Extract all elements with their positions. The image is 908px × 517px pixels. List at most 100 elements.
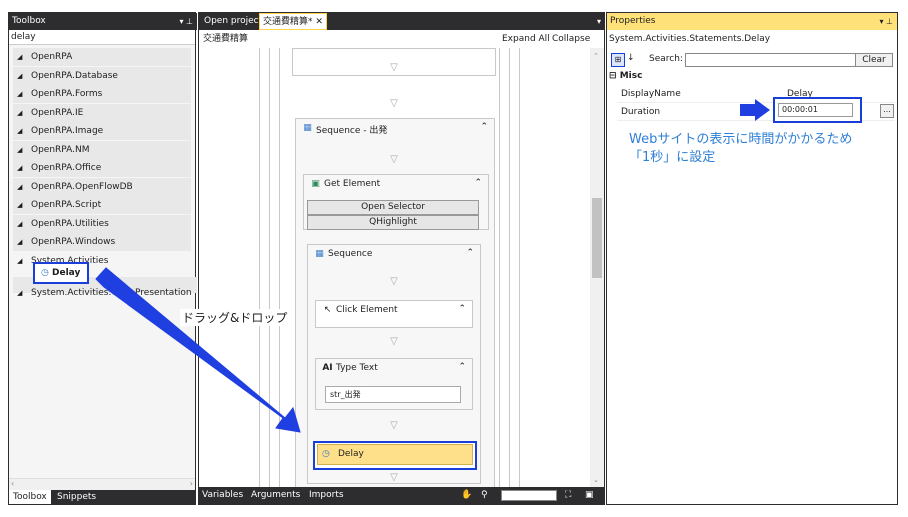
collapse-icon[interactable]: ⌃ bbox=[458, 304, 466, 314]
search-label: Search: bbox=[649, 54, 683, 64]
selected-type-name: System.Activities.Statements.Delay bbox=[609, 34, 771, 44]
sequence-icon: ▦ bbox=[315, 249, 324, 259]
toolbox-category[interactable]: ◢ OpenRPA.Database bbox=[13, 67, 191, 85]
activity-click-element[interactable]: ↖ Click Element ⌃ bbox=[315, 300, 473, 328]
highlight-button[interactable]: QHighlight bbox=[307, 215, 479, 230]
note-line-2: 「1秒」に設定 bbox=[629, 150, 716, 165]
breadcrumb[interactable]: 交通費精算 bbox=[203, 30, 248, 48]
drop-arrow-icon: ▽ bbox=[390, 98, 398, 109]
property-category[interactable]: ⊟ Misc bbox=[609, 71, 642, 81]
clock-icon: ◷ bbox=[41, 268, 49, 278]
scroll-left-icon[interactable]: ‹ bbox=[11, 479, 14, 488]
duration-highlight-frame: 00:00:01 bbox=[773, 97, 862, 123]
collapse-icon[interactable]: ⌃ bbox=[466, 248, 474, 258]
tab-workflow[interactable]: 交通費精算* ✕ bbox=[259, 13, 327, 30]
tab-snippets[interactable]: Snippets bbox=[53, 490, 100, 504]
drag-drop-label: ドラッグ&ドロップ bbox=[180, 309, 290, 326]
expand-triangle-icon: ◢ bbox=[17, 220, 23, 228]
drop-arrow-icon: ▽ bbox=[390, 276, 398, 287]
collapse-icon[interactable]: ⌃ bbox=[474, 178, 482, 188]
expand-triangle-icon: ◢ bbox=[17, 183, 23, 191]
toolbox-category[interactable]: ◢ System.Activities.Core.Presentation bbox=[13, 284, 192, 302]
pin-icon[interactable]: ▾ ⊥ bbox=[179, 13, 193, 30]
toolbox-search-input[interactable]: delay bbox=[9, 30, 195, 45]
type-text-icon: AI bbox=[322, 363, 333, 373]
drop-arrow-icon: ▽ bbox=[390, 472, 398, 483]
scrollbar-thumb[interactable] bbox=[592, 198, 602, 278]
cursor-icon: ↖ bbox=[323, 305, 332, 315]
designer-header: 交通費精算 Expand All Collapse All bbox=[199, 30, 604, 62]
properties-title-bar: Properties ▾ ⊥ bbox=[607, 13, 897, 30]
drop-arrow-icon: ▽ bbox=[390, 154, 398, 165]
toolbox-category[interactable]: ◢ OpenRPA.Utilities bbox=[13, 215, 191, 233]
expand-triangle-icon: ◢ bbox=[17, 90, 23, 98]
toolbox-category[interactable]: ◢ OpenRPA bbox=[13, 48, 191, 66]
scroll-right-icon[interactable]: › bbox=[190, 479, 193, 488]
scroll-up-icon[interactable]: ⌃ bbox=[593, 52, 599, 60]
get-element-icon: ▣ bbox=[311, 179, 320, 189]
toolbox-category[interactable]: ◢ OpenRPA.OpenFlowDB bbox=[13, 178, 191, 196]
pin-icon[interactable]: ▾ ⊥ bbox=[879, 13, 893, 30]
properties-toolbar: ⊞ ↓ Search: Clear bbox=[609, 51, 895, 69]
open-selector-button[interactable]: Open Selector bbox=[307, 200, 479, 215]
clear-button[interactable]: Clear bbox=[855, 53, 893, 67]
note-line-1: Webサイトの表示に時間がかかるため bbox=[629, 132, 853, 147]
drop-arrow-icon: ▽ bbox=[390, 336, 398, 347]
toolbox-tabs: Toolbox Snippets bbox=[9, 490, 195, 504]
toolbox-horizontal-scrollbar[interactable]: ‹ › bbox=[9, 478, 195, 490]
designer-footer: Variables Arguments Imports ✋ ⚲ ▾ ⛶ ▣ bbox=[199, 487, 604, 504]
expand-triangle-icon: ◢ bbox=[17, 289, 23, 297]
hand-pan-icon[interactable]: ✋ bbox=[461, 487, 472, 504]
toolbox-item-delay[interactable]: ◷ Delay bbox=[33, 262, 89, 284]
duration-input[interactable]: 00:00:01 bbox=[778, 103, 853, 117]
expand-triangle-icon: ◢ bbox=[17, 201, 23, 209]
tab-toolbox[interactable]: Toolbox bbox=[9, 490, 51, 504]
imports-tab[interactable]: Imports bbox=[309, 487, 344, 504]
sort-alpha-icon[interactable]: ↓ bbox=[627, 53, 635, 63]
workflow-designer: Open project 交通費精算* ✕ ▾ 交通費精算 Expand All… bbox=[198, 12, 605, 505]
arguments-tab[interactable]: Arguments bbox=[251, 487, 300, 504]
toolbox-category[interactable]: ◢ OpenRPA.Windows bbox=[13, 233, 191, 251]
toolbox-category[interactable]: ◢ OpenRPA.Office bbox=[13, 159, 191, 177]
tab-open-project[interactable]: Open project bbox=[201, 13, 265, 30]
toolbox-category[interactable]: ◢ OpenRPA.Image bbox=[13, 122, 191, 140]
toolbox-category[interactable]: ◢ OpenRPA.Forms bbox=[13, 85, 191, 103]
properties-panel: Properties ▾ ⊥ System.Activities.Stateme… bbox=[606, 12, 898, 505]
toolbox-panel: Toolbox ▾ ⊥ delay ◢ OpenRPA ◢ OpenRPA.Data… bbox=[8, 12, 197, 505]
expand-triangle-icon: ◢ bbox=[17, 109, 23, 117]
expand-all-link[interactable]: Expand All bbox=[502, 30, 550, 48]
expand-triangle-icon: ◢ bbox=[17, 238, 23, 246]
expand-triangle-icon: ◢ bbox=[17, 257, 23, 265]
drop-arrow-icon: ▽ bbox=[390, 62, 398, 73]
sequence-icon: ▦ bbox=[303, 123, 312, 133]
toolbox-category[interactable]: ◢ OpenRPA.IE bbox=[13, 104, 191, 122]
expand-triangle-icon: ◢ bbox=[17, 164, 23, 172]
properties-title: Properties bbox=[610, 16, 656, 26]
toolbox-category[interactable]: ◢ OpenRPA.NM bbox=[13, 141, 191, 159]
ellipsis-button[interactable]: ... bbox=[880, 104, 894, 118]
overview-icon[interactable]: ▣ bbox=[585, 487, 594, 504]
tab-dropdown-icon[interactable]: ▾ bbox=[597, 13, 601, 30]
activity-delay[interactable]: ◷ Delay bbox=[317, 444, 473, 465]
designer-vertical-scrollbar[interactable]: ⌃ ⌄ bbox=[590, 48, 604, 488]
fit-to-screen-icon[interactable]: ⛶ bbox=[565, 487, 571, 504]
expand-triangle-icon: ◢ bbox=[17, 127, 23, 135]
toolbox-category[interactable]: ◢ OpenRPA.Script bbox=[13, 196, 191, 214]
toolbox-title: Toolbox bbox=[12, 16, 46, 26]
collapse-box-icon[interactable]: ⊟ bbox=[609, 71, 617, 81]
categorize-icon[interactable]: ⊞ bbox=[611, 53, 625, 67]
expand-triangle-icon: ◢ bbox=[17, 146, 23, 154]
chevron-down-icon: ▾ bbox=[547, 491, 551, 499]
expand-triangle-icon: ◢ bbox=[17, 53, 23, 61]
close-icon[interactable]: ✕ bbox=[315, 17, 323, 27]
zoom-icon[interactable]: ⚲ bbox=[481, 487, 488, 504]
collapse-icon[interactable]: ⌃ bbox=[458, 362, 466, 372]
properties-search-input[interactable] bbox=[685, 53, 857, 67]
variables-tab[interactable]: Variables bbox=[202, 487, 243, 504]
designer-canvas[interactable]: ▽ ▽ ▦ Sequence - 出発 ⌃ ▽ ▣ Get Element ⌃ … bbox=[199, 48, 589, 488]
type-text-input[interactable]: str_出発 bbox=[325, 386, 461, 403]
designer-tab-strip: Open project 交通費精算* ✕ ▾ bbox=[199, 13, 604, 30]
collapse-icon[interactable]: ⌃ bbox=[480, 122, 488, 132]
scroll-down-icon[interactable]: ⌄ bbox=[593, 476, 599, 484]
clock-icon: ◷ bbox=[322, 449, 330, 459]
